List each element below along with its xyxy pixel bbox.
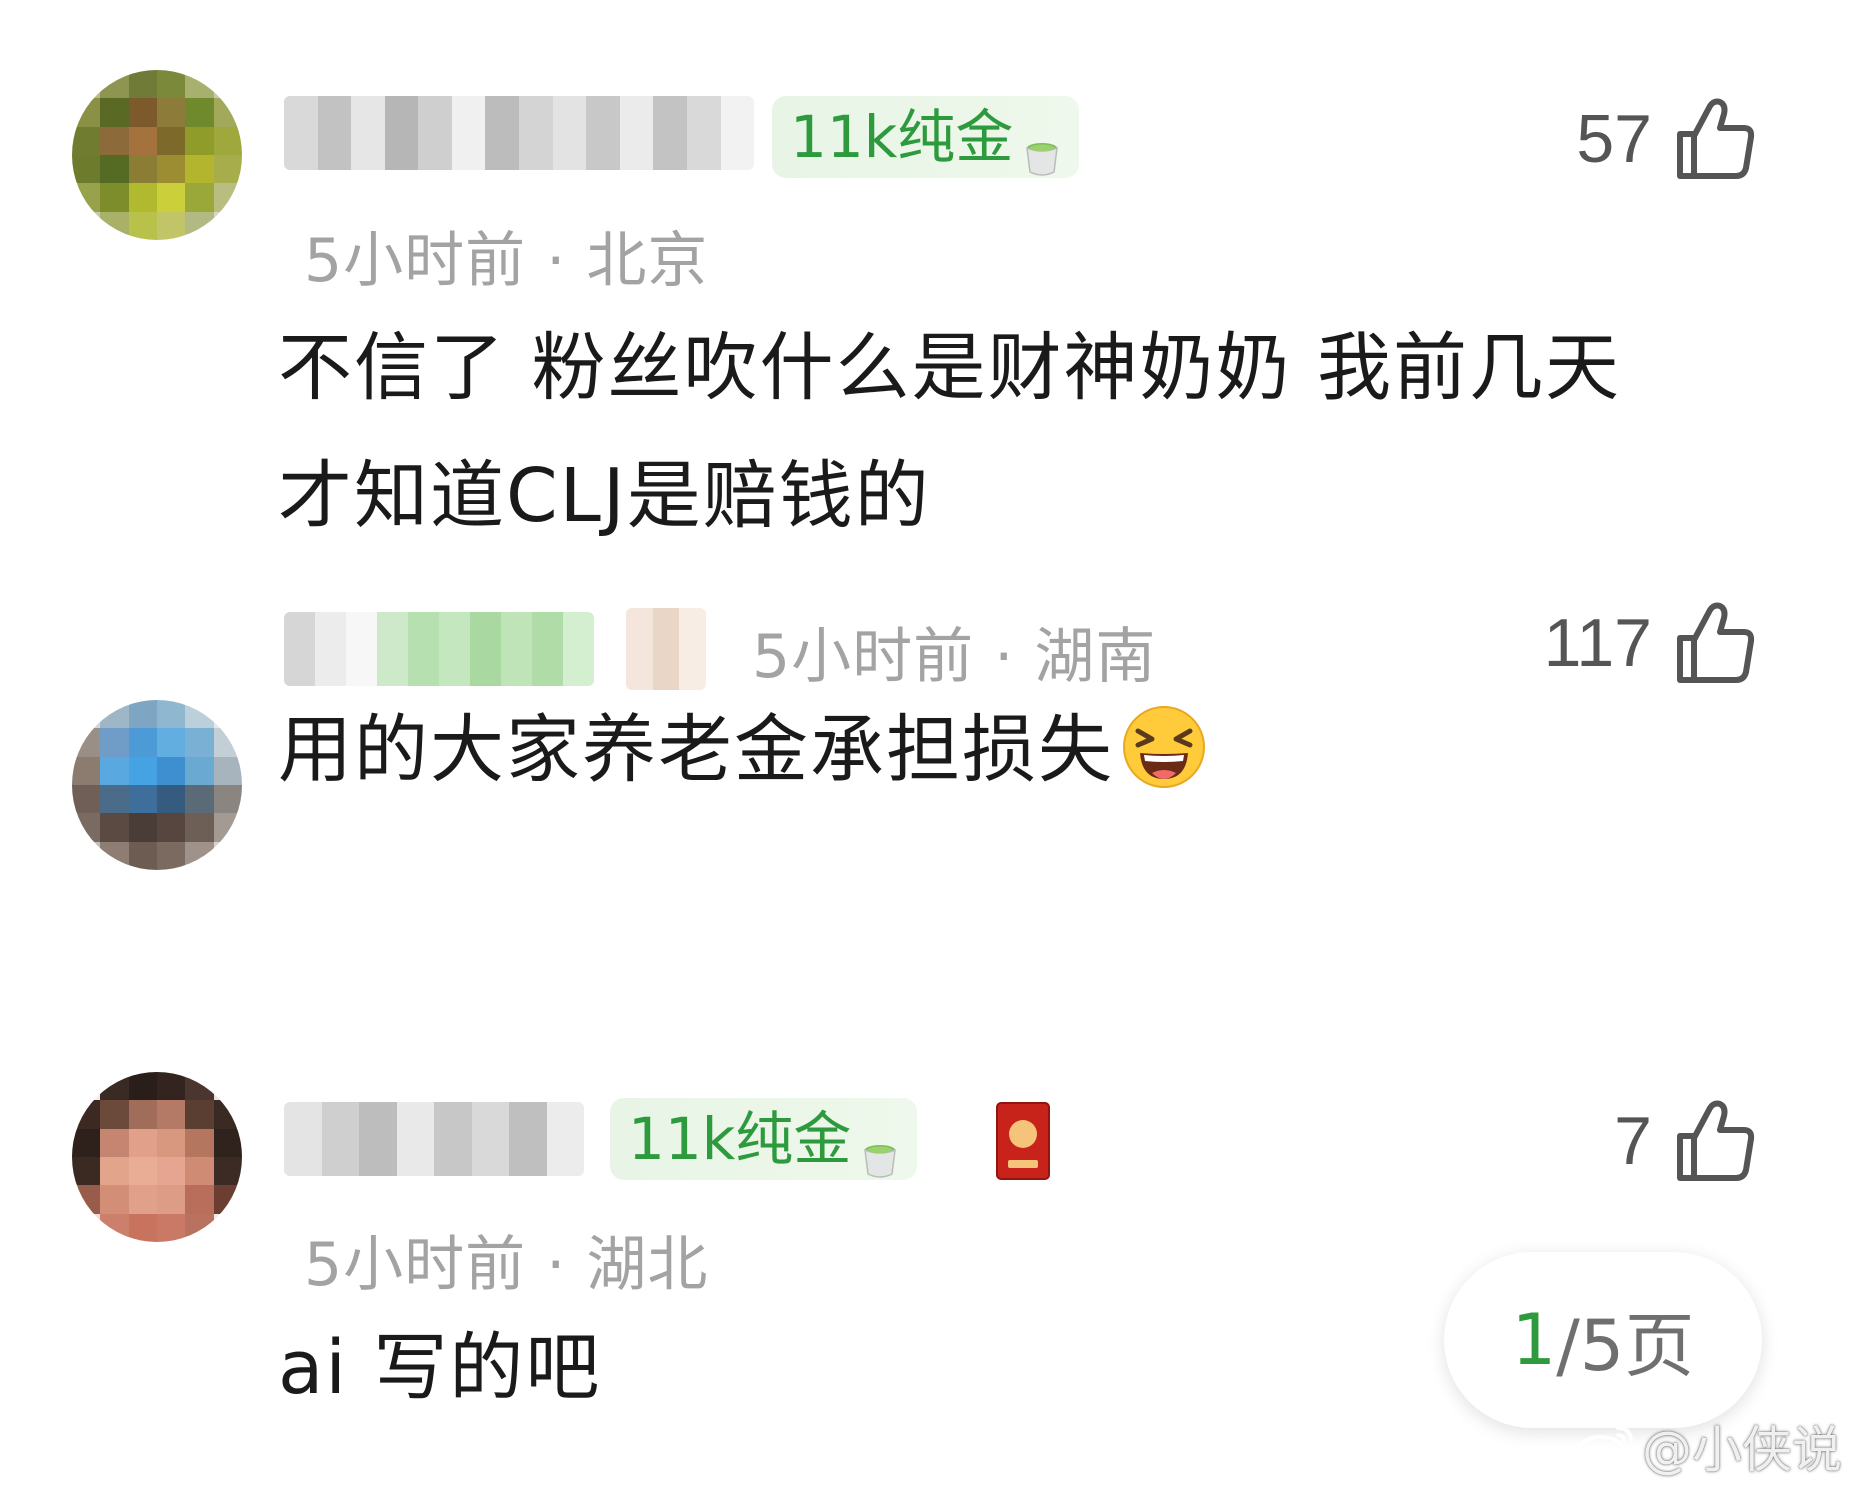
thumbs-up-icon [1677, 1100, 1755, 1181]
avatar[interactable] [72, 70, 242, 240]
comment-text: 不信了 粉丝吹什么是财神奶奶 我前几天 才知道CLJ是赔钱的 [278, 304, 1738, 560]
comment-text-line: 用的大家养老金承担损失 [278, 707, 1114, 793]
emoji-blurred [626, 608, 706, 690]
like-count: 7 [1614, 1103, 1652, 1179]
username-blurred[interactable] [284, 612, 594, 686]
thumbs-up-icon [1677, 98, 1755, 179]
page-current: 1 [1511, 1299, 1557, 1381]
red-packet-icon[interactable] [996, 1102, 1050, 1180]
username-blurred[interactable] [284, 96, 754, 170]
comment-text: 用的大家养老金承担损失 [278, 686, 1738, 814]
comment-item: 5小时前 · 湖南 117 用的大家养老金承担损失 [0, 540, 1856, 1060]
laughing-emoji [1123, 706, 1205, 788]
watermark: @小侠说 [1574, 1410, 1842, 1482]
badge-label: 11k纯金 [628, 1105, 852, 1173]
username-blurred[interactable] [284, 1102, 584, 1176]
fan-level-badge[interactable]: 11k纯金 [610, 1098, 918, 1180]
avatar[interactable] [72, 700, 242, 870]
fan-level-badge[interactable]: 11k纯金 [772, 96, 1080, 178]
comment-text-line: ai 写的吧 [278, 1325, 602, 1411]
like-count: 57 [1576, 101, 1652, 177]
weibo-icon [1576, 1426, 1633, 1469]
badge-label: 11k纯金 [790, 103, 1014, 171]
teacup-icon [1023, 117, 1061, 176]
page-total: /5页 [1556, 1304, 1695, 1387]
avatar[interactable] [72, 1072, 242, 1242]
comment-item: 11k纯金 57 5小时前 · 北京 不信了 粉丝吹什么是财神奶奶 我前几天 才… [0, 0, 1856, 540]
like-button[interactable]: 57 [1576, 96, 1756, 182]
like-count: 117 [1543, 605, 1652, 681]
like-button[interactable]: 7 [1614, 1098, 1756, 1184]
thumbs-up-icon [1677, 602, 1755, 683]
page-indicator[interactable]: 1/5页 [1444, 1252, 1762, 1428]
watermark-text: @小侠说 [1642, 1421, 1842, 1479]
comment-text-line: 不信了 粉丝吹什么是财神奶奶 我前几天 [278, 325, 1622, 411]
like-button[interactable]: 117 [1544, 600, 1756, 686]
teacup-icon [861, 1119, 899, 1178]
comment-meta: 5小时前 · 北京 [304, 226, 709, 296]
comment-meta: 5小时前 · 湖北 [304, 1230, 709, 1300]
comment-meta: 5小时前 · 湖南 [752, 622, 1157, 692]
